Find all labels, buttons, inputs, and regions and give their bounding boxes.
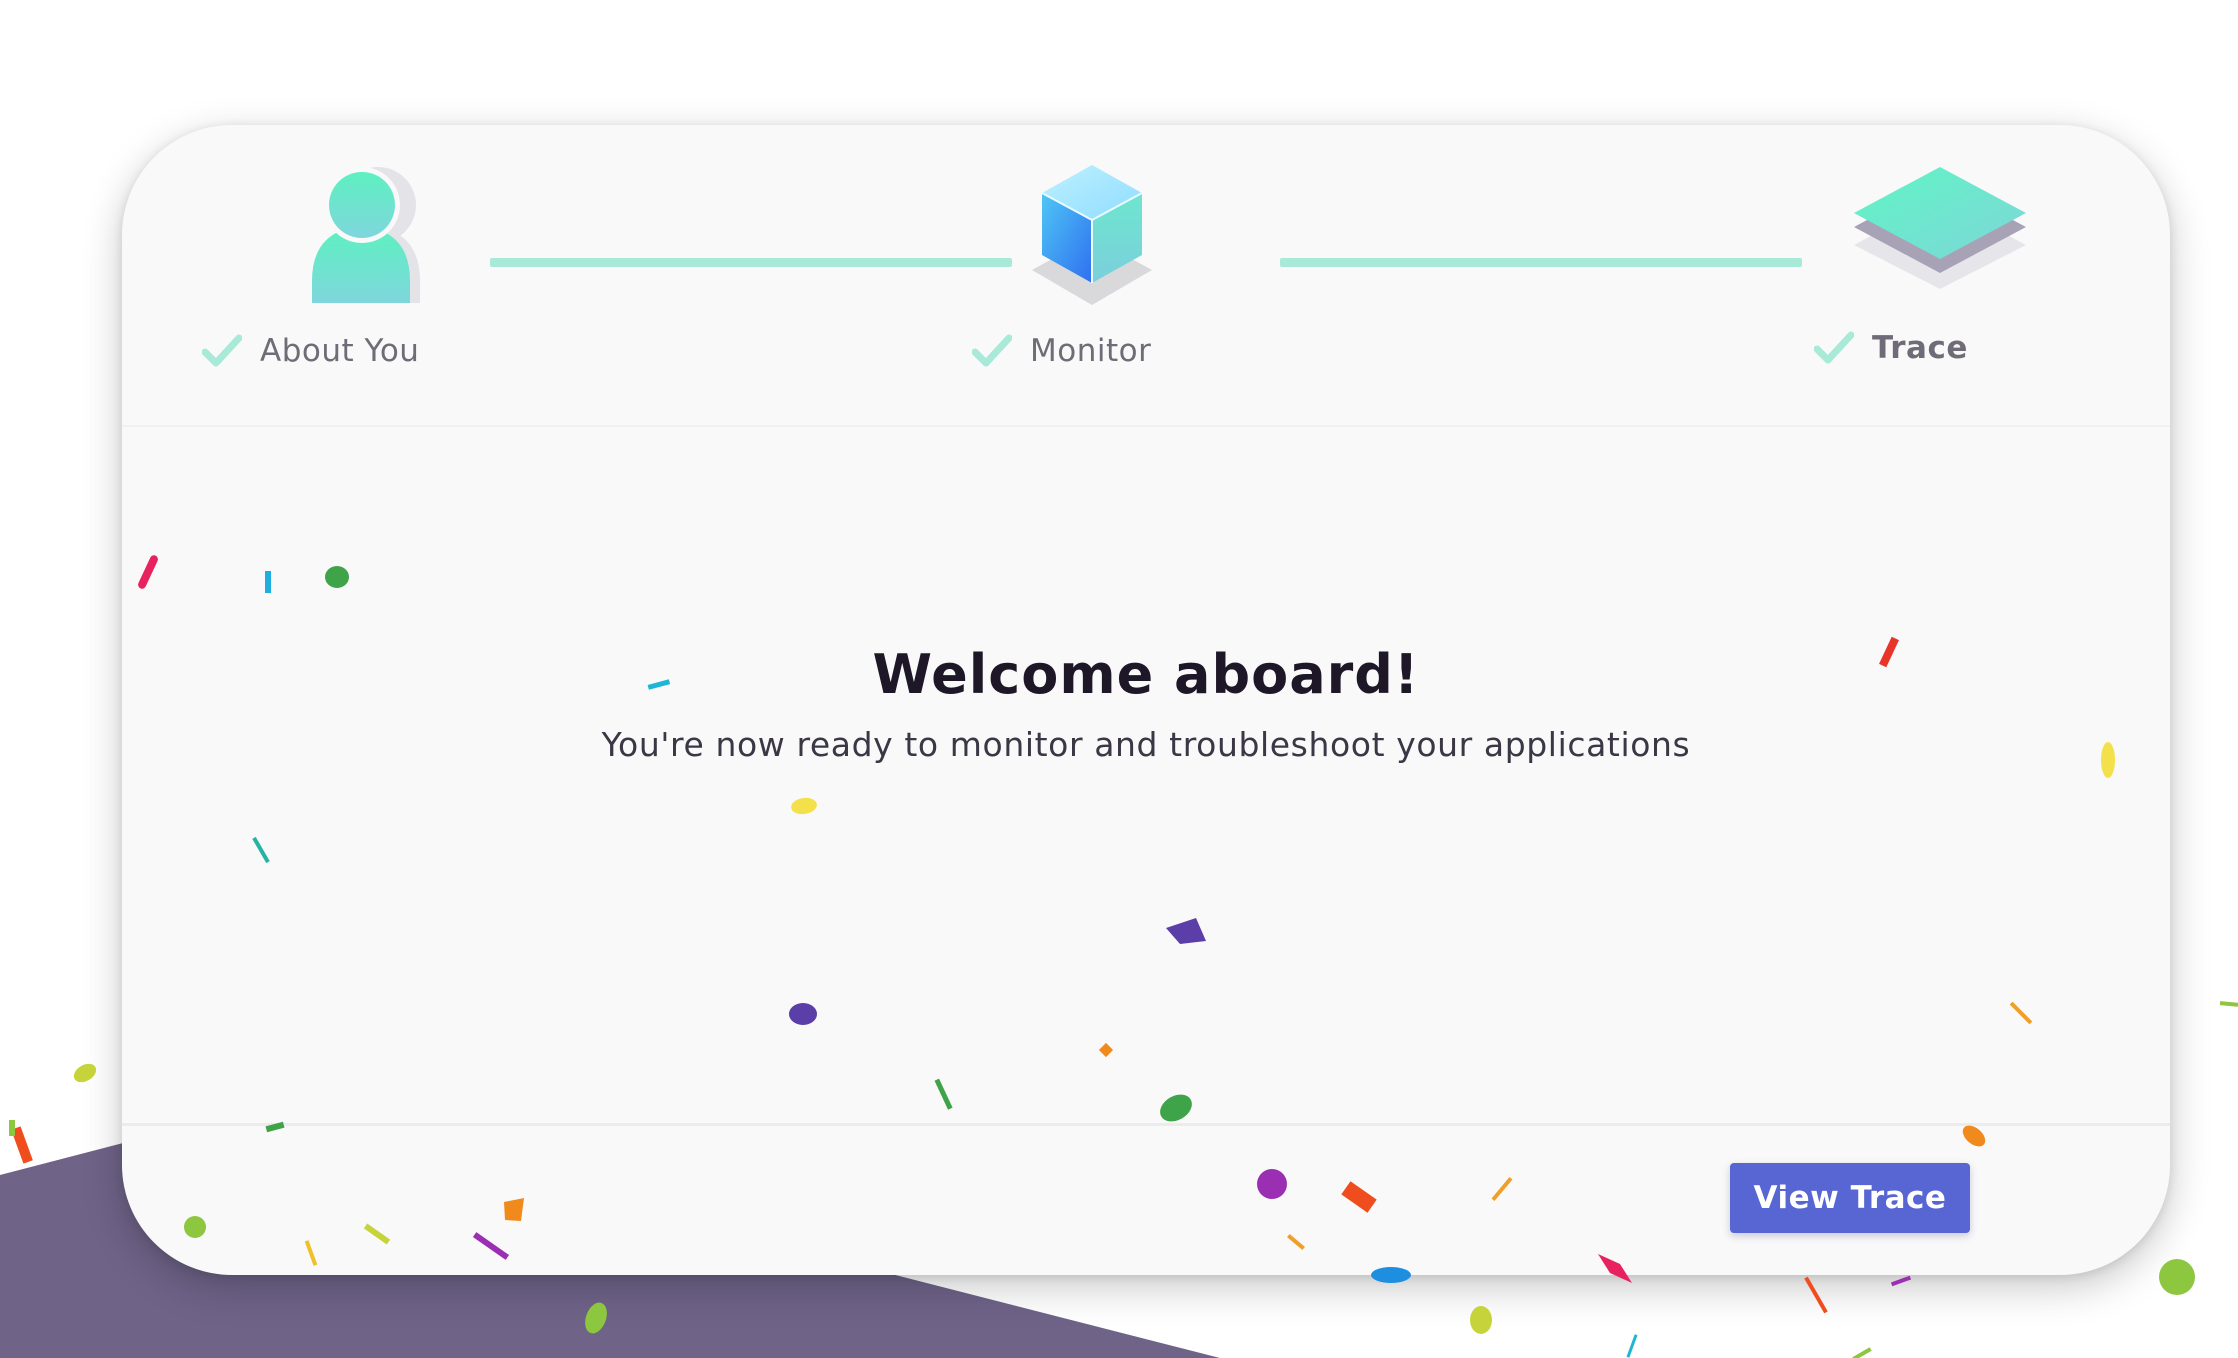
step-label: Trace — [1872, 330, 1968, 366]
step-monitor: Monitor — [972, 125, 1372, 425]
onboarding-page: About You Monitor Trace Welcome aboard! … — [0, 0, 2238, 1358]
card-footer: View Trace — [122, 1123, 2170, 1275]
check-icon — [202, 334, 242, 367]
step-label-group: Trace — [1814, 330, 1968, 366]
step-about-you: About You — [202, 125, 562, 425]
check-icon — [1814, 331, 1854, 364]
step-connector — [490, 258, 1012, 267]
page-title: Welcome aboard! — [872, 643, 1420, 706]
step-label-group: Monitor — [972, 333, 1151, 369]
step-label: Monitor — [1030, 333, 1152, 369]
view-trace-button[interactable]: View Trace — [1730, 1163, 1970, 1233]
step-trace: Trace — [1814, 125, 2170, 425]
check-icon — [972, 334, 1012, 367]
step-label-group: About You — [202, 333, 419, 369]
progress-steps: About You Monitor Trace — [122, 125, 2170, 427]
page-subtitle: You're now ready to monitor and troubles… — [601, 725, 1691, 764]
layers-icon — [1854, 167, 2026, 289]
cube-icon — [1032, 165, 1152, 305]
step-label: About You — [260, 333, 420, 369]
step-connector — [1280, 258, 1802, 267]
user-avatar-icon — [312, 167, 420, 303]
welcome-card: About You Monitor Trace Welcome aboard! … — [122, 125, 2170, 1275]
